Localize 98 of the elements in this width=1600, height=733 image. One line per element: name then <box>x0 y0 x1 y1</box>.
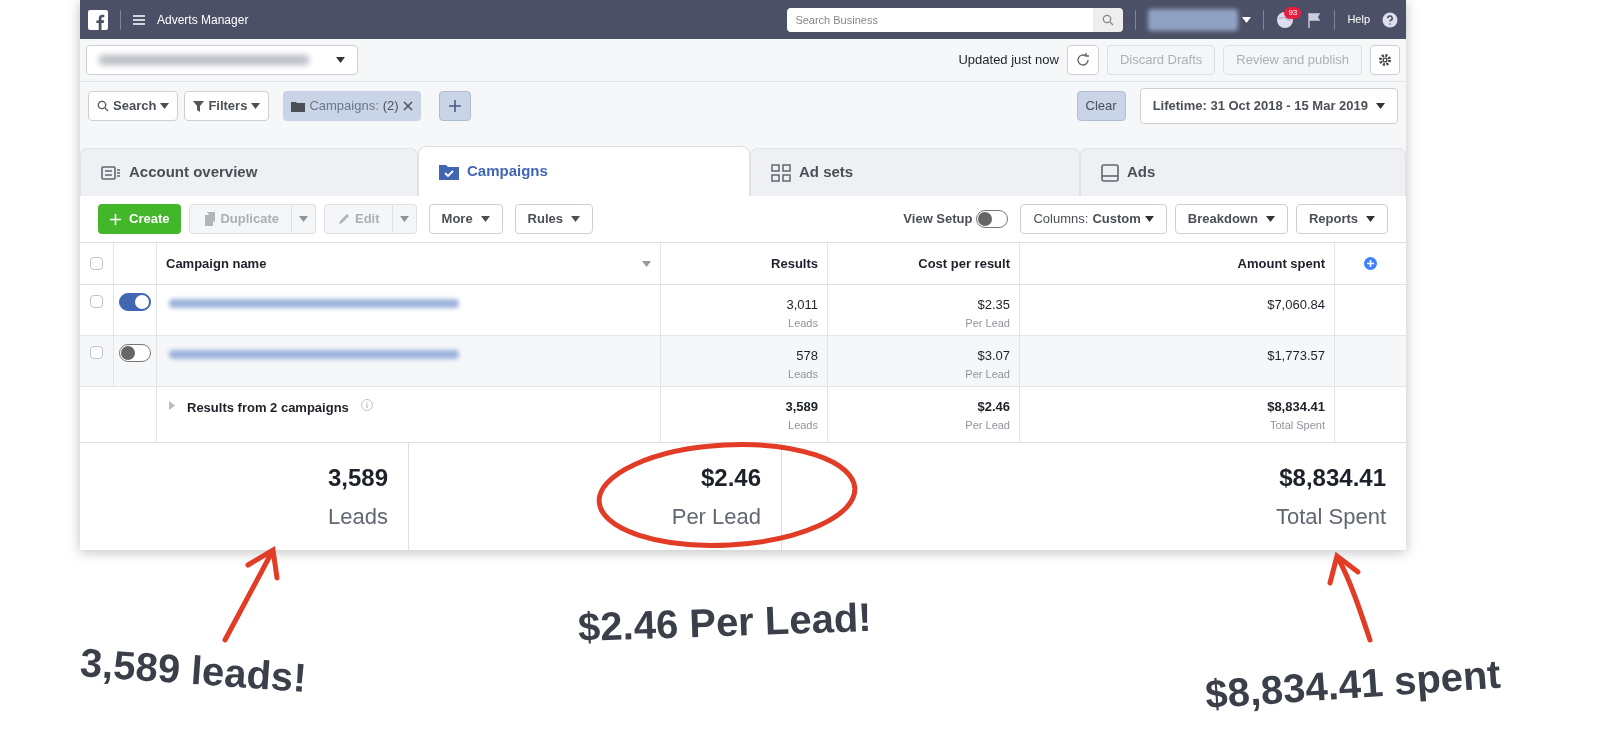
search-field[interactable]: Search Business <box>787 7 1094 32</box>
checkbox[interactable] <box>90 295 103 308</box>
help-icon[interactable] <box>1382 11 1398 28</box>
close-icon[interactable] <box>402 101 413 111</box>
search-icon <box>97 100 109 112</box>
filter-label: Campaigns: <box>309 97 379 116</box>
account-switcher[interactable] <box>1148 8 1252 31</box>
copy-icon <box>202 212 217 226</box>
folder-check-icon <box>439 163 459 180</box>
settings-button[interactable] <box>1370 45 1400 75</box>
column-header[interactable]: Cost per result <box>918 253 1010 274</box>
dropdown-button[interactable]: Rules <box>514 204 593 234</box>
notification-badge: 93 <box>1284 6 1302 19</box>
cell-caption: Per Lead <box>965 417 1010 433</box>
grid-icon <box>771 163 791 182</box>
dropdown-button[interactable] <box>292 204 316 234</box>
filter-count: (2) <box>382 97 399 116</box>
help-link[interactable]: Help <box>1347 11 1370 28</box>
total-value: 3,589 <box>327 463 388 493</box>
search-button[interactable]: Search <box>88 91 179 121</box>
caret-icon <box>1376 103 1385 109</box>
plus-icon <box>110 213 121 225</box>
funnel-icon <box>193 100 205 112</box>
toggle-switch[interactable] <box>119 344 151 362</box>
caret-icon <box>336 57 345 63</box>
campaign-filter-chip[interactable]: Campaigns: (2) <box>283 91 421 121</box>
tab[interactable]: Campaigns <box>418 146 750 196</box>
refresh-icon <box>1074 52 1091 68</box>
total-value: $8,834.41 <box>1279 463 1386 493</box>
columns-button[interactable]: Columns: Custom <box>1020 204 1167 234</box>
handwritten-note: $2.46 Per Lead! <box>577 593 873 652</box>
cell-caption: Per Lead <box>965 366 1010 382</box>
view-setup-label: View Setup <box>903 210 973 229</box>
search-button[interactable] <box>1093 7 1124 32</box>
caret-icon <box>571 216 580 222</box>
handwritten-note: $8,834.41 spent <box>1203 650 1503 719</box>
column-header[interactable]: Amount spent <box>1237 253 1325 274</box>
dropdown-button[interactable] <box>392 204 417 234</box>
caret-icon <box>299 216 308 222</box>
caret-icon <box>160 103 170 109</box>
cell-caption: Leads <box>788 315 818 331</box>
filters-button[interactable]: Filters <box>184 91 270 121</box>
caret-icon <box>1265 216 1275 222</box>
app-title: Adverts Manager <box>157 11 249 29</box>
clear-button[interactable]: Clear <box>1076 91 1126 121</box>
caret-icon <box>1366 216 1375 222</box>
table-cell-text: $7,060.84 <box>1267 296 1325 314</box>
table-cell-text: 3,011 <box>786 296 818 314</box>
cell-caption: Per Lead <box>965 315 1010 331</box>
caret-icon <box>480 216 490 222</box>
toggle-switch[interactable] <box>119 293 151 311</box>
table-cell-text: $1,773.57 <box>1267 347 1325 365</box>
plus-icon <box>448 100 461 112</box>
table-cell-text: 3,589 <box>785 398 818 416</box>
add-filter-button[interactable] <box>438 91 471 121</box>
total-label: Leads <box>328 503 388 531</box>
table-cell-text: $3.07 <box>977 347 1010 365</box>
sort-icon <box>642 260 651 267</box>
table-cell-text: $8,834.41 <box>1267 398 1325 416</box>
add-column-icon[interactable] <box>1364 257 1377 270</box>
pencil-icon <box>337 212 351 226</box>
date-range-button[interactable]: Lifetime: 31 Oct 2018 - 15 Mar 2019 <box>1139 88 1398 124</box>
cell-caption: Leads <box>788 417 818 433</box>
search-icon <box>1102 13 1115 26</box>
updated-status: Updated just now <box>958 51 1059 70</box>
folder-icon <box>291 100 306 112</box>
checkbox[interactable] <box>90 257 103 270</box>
menu-icon[interactable] <box>133 14 145 25</box>
overview-icon <box>101 165 121 180</box>
tab[interactable]: Ads <box>1080 148 1406 196</box>
checkbox[interactable] <box>90 346 103 359</box>
caret-icon <box>399 216 409 222</box>
caret-icon <box>1242 16 1252 23</box>
ad-icon <box>1101 163 1119 182</box>
reports-button[interactable]: Reports <box>1295 204 1388 234</box>
refresh-button[interactable] <box>1066 45 1099 75</box>
total-value: $2.46 <box>700 463 761 493</box>
logo-icon[interactable] <box>88 9 108 30</box>
cell-caption: Leads <box>788 366 818 382</box>
total-label: Per Lead <box>671 503 761 531</box>
caret-icon <box>1144 216 1154 222</box>
total-label: Total Spent <box>1275 503 1386 531</box>
dropdown-button[interactable]: More <box>428 204 503 234</box>
handwritten-note: 3,589 leads! <box>78 639 309 702</box>
summary-label: Results from 2 campaigns <box>187 399 349 417</box>
table-cell-text: $2.35 <box>977 296 1010 314</box>
toggle-switch[interactable] <box>976 210 1009 228</box>
caret-icon <box>251 103 261 109</box>
column-header[interactable]: Campaign name <box>166 253 267 274</box>
table-cell-text: 578 <box>796 347 818 365</box>
settings-icon <box>1378 53 1392 67</box>
breakdown-button[interactable]: Breakdown <box>1174 204 1288 234</box>
table-cell-text: $2.46 <box>977 398 1010 416</box>
column-header[interactable]: Results <box>771 253 818 274</box>
tab[interactable]: Ad sets <box>750 148 1080 196</box>
cell-caption: Total Spent <box>1269 417 1325 433</box>
tab[interactable]: Account overview <box>80 148 418 196</box>
flag-icon[interactable] <box>1306 11 1323 28</box>
